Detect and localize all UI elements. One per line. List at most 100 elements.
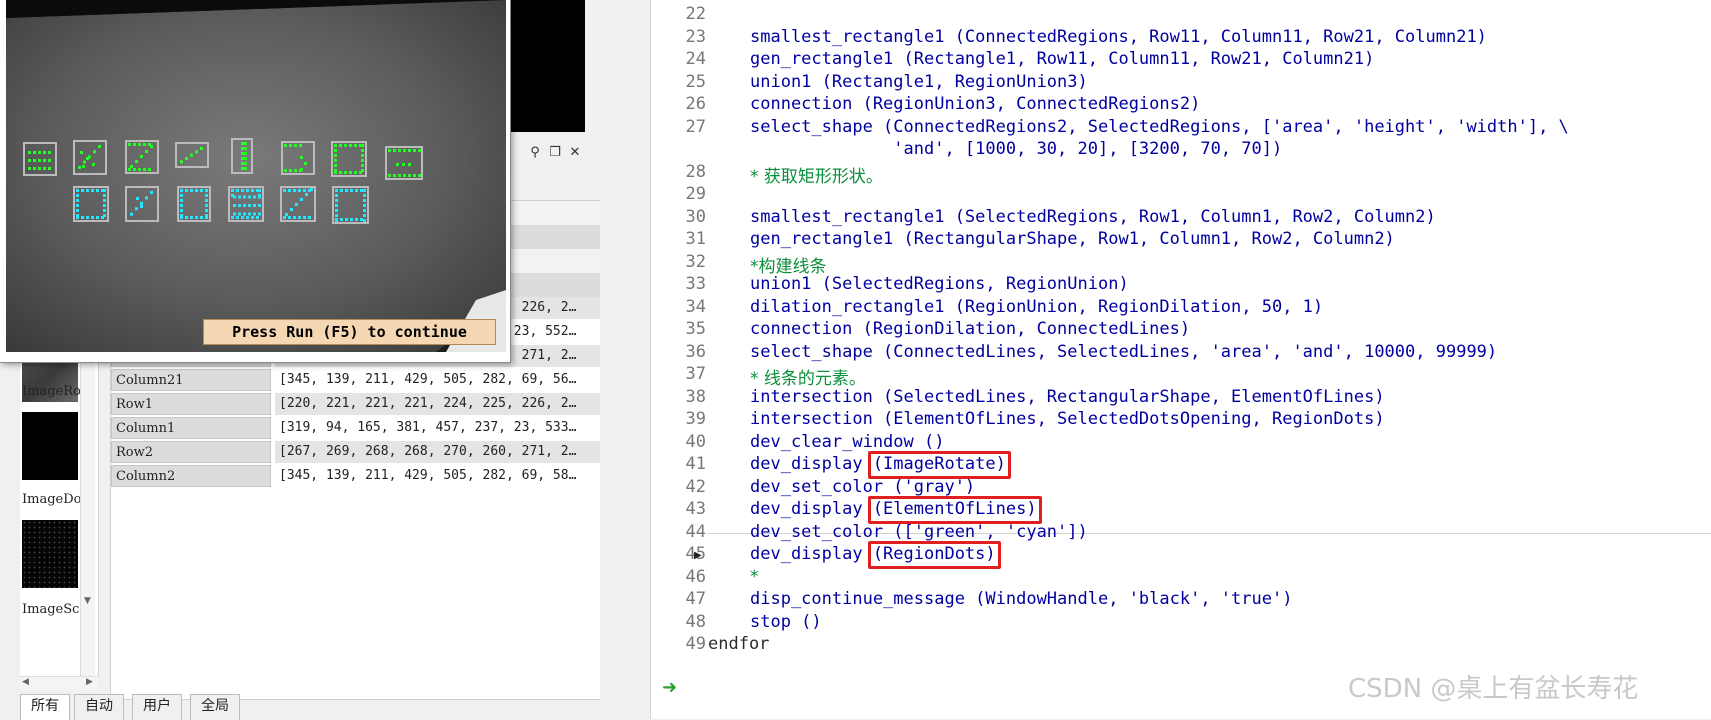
scroll-right-icon[interactable]: ▶ [86,677,93,687]
code-line[interactable]: 30 smallest_rectangle1 (SelectedRegions, … [650,207,1711,231]
thumbnail-label: ImageRo [22,384,81,399]
scroll-left-icon[interactable]: ◀ [22,677,29,687]
region-dot [231,189,234,192]
region-dot [195,189,198,192]
region-dot [78,165,81,169]
region-dot [244,142,247,145]
region-dot [96,189,99,192]
variable-name: Column2 [111,465,271,487]
table-row[interactable]: Column2 [345, 139, 211, 429, 505, 282, 69… [111,465,633,489]
region-dot [350,189,353,192]
code-line[interactable]: 44 dev_set_color (['green', 'cyan']) [650,522,1711,546]
code-line[interactable]: 49 endfor [650,634,1711,658]
line-number: 43 [685,499,706,519]
tab-user[interactable]: 用户 [132,694,182,720]
code-line[interactable]: 27 select_shape (ConnectedRegions2, Selec… [650,117,1711,141]
horizontal-scrollbar[interactable]: ◀ ▶ [20,676,98,691]
code-line[interactable]: 36 select_shape (ConnectedLines, Selected… [650,342,1711,366]
code-line[interactable]: 24 gen_rectangle1 (Rectangle1, Row11, Col… [650,49,1711,73]
region-dot [355,218,358,221]
region-dot [243,212,246,216]
graphics-canvas[interactable] [6,0,506,352]
code-line[interactable]: 29 [650,184,1711,208]
region-dot [33,151,36,154]
code-line[interactable]: 42 dev_set_color ('gray') [650,477,1711,501]
region-dot [28,151,31,154]
region-dot [363,204,366,207]
code-line[interactable]: 31 gen_rectangle1 (RectangularShape, Row1… [650,229,1711,253]
tab-all[interactable]: 所有 [20,694,70,720]
region-dot [363,199,366,202]
line-number: 42 [685,476,706,497]
code-line[interactable]: 23 smallest_rectangle1 (ConnectedRegions,… [650,27,1711,51]
code-line[interactable]: 35 connection (RegionDilation, ConnectedL… [650,319,1711,343]
code-line[interactable]: 46 * [650,567,1711,591]
region-dot [128,168,131,171]
code-text: dilation_rectangle1 (RegionUnion, Region… [750,296,1324,317]
code-lines: 22 23 smallest_rectangle1 (ConnectedRegion… [650,0,1711,719]
code-line[interactable]: 45 dev_display (RegionDots) [650,544,1711,568]
code-text: connection (RegionDilation, ConnectedLin… [750,319,1191,339]
code-line[interactable]: 34 dilation_rectangle1 (RegionUnion, Regi… [650,297,1711,321]
region-dot [28,167,31,170]
region-dot [76,194,79,197]
tab-auto[interactable]: 自动 [74,694,124,720]
region-dot [335,204,338,207]
region-dot [246,216,249,219]
code-line[interactable]: 22 [650,4,1711,28]
thumbnail-image[interactable] [22,520,78,588]
region-dot [76,214,79,217]
region-dot [418,149,421,152]
region-dot [334,164,337,167]
line-number: 27 [685,116,706,137]
region-dot [298,216,301,219]
code-line[interactable]: 48 stop () [650,612,1711,636]
code-line[interactable]: 47 disp_continue_message (WindowHandle, '… [650,589,1711,613]
thumbnail-image[interactable] [22,412,78,480]
region-dot [205,189,208,192]
code-line[interactable]: 26 connection (RegionUnion3, ConnectedReg… [650,94,1711,118]
code-line[interactable]: 28 * 获取矩形形状。 [650,162,1711,187]
line-number: 23 [685,26,706,47]
variable-name: Column21 [111,369,271,391]
table-row[interactable]: Column21 [345, 139, 211, 429, 505, 282, 6… [111,369,633,393]
region-dot [293,216,296,219]
region-dot [290,208,293,211]
code-text: dev_clear_window () [750,431,945,452]
code-line[interactable]: 25 union1 (Rectangle1, RegionUnion3) [650,72,1711,96]
code-line[interactable]: 33 union1 (SelectedRegions, RegionUnion) [650,274,1711,298]
region-dot [238,204,241,207]
table-row[interactable]: Row1 [220, 221, 221, 221, 224, 225, 226, … [111,393,633,417]
region-dot [361,149,364,152]
line-number: 26 [685,94,706,114]
close-icon[interactable]: ✕ [566,144,584,162]
region-dot [360,218,363,221]
code-line[interactable]: 43 dev_display (ElementOfLines) [650,499,1711,523]
region-dot [303,216,306,219]
scroll-down-icon[interactable]: ▼ [84,596,91,606]
region-dot [349,171,352,174]
pin-icon[interactable]: ⚲ [526,144,544,162]
region-dot [244,147,247,150]
code-line[interactable]: 38 intersection (SelectedLines, Rectangul… [650,387,1711,411]
graphics-window[interactable]: Press Run (F5) to continue [0,0,511,363]
region-dot [135,207,138,211]
code-line[interactable]: 32 *构建线条 [650,252,1711,277]
table-row[interactable]: Row2 [267, 269, 268, 268, 270, 260, 271, … [111,441,633,465]
code-text: smallest_rectangle1 (SelectedRegions, Ro… [750,206,1436,227]
code-line[interactable]: 39 intersection (ElementOfLines, Selected… [650,409,1711,433]
tab-global[interactable]: 全局 [190,694,240,720]
region-dot [48,151,51,154]
region-dot [289,169,292,172]
region-dot [148,143,151,146]
vertical-scrollbar[interactable]: ▼ [80,320,95,676]
region-dot [241,167,244,170]
code-line[interactable]: 40 dev_clear_window () [650,432,1711,456]
table-row[interactable]: Column1 [319, 94, 165, 381, 457, 237, 23,… [111,417,633,441]
code-line[interactable]: 'and', [1000, 30, 20], [3200, 70, 70]) [650,139,1711,163]
region-dot [92,163,95,166]
splitter[interactable] [600,0,650,719]
code-line[interactable]: 37 * 线条的元素。 [650,364,1711,389]
float-icon[interactable]: ❐ [546,144,564,162]
code-line[interactable]: 41 dev_display (ImageRotate) [650,454,1711,478]
